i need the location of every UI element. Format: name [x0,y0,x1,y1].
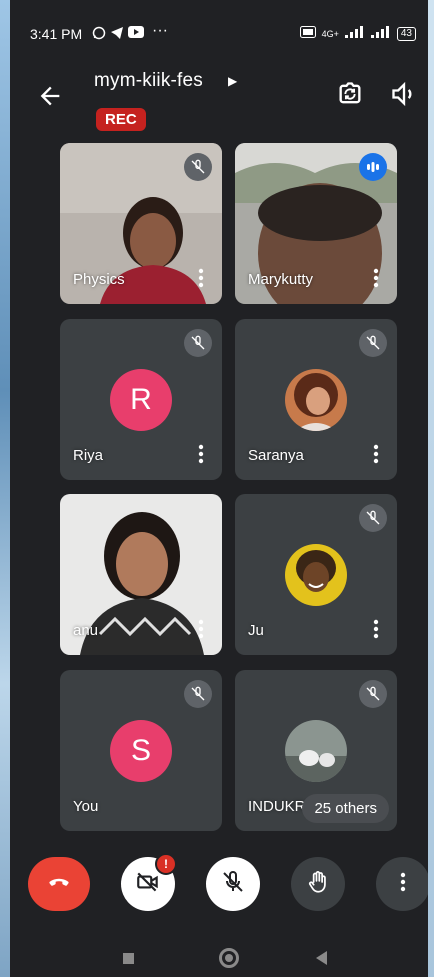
meet-app: 3:41 PM ··· 4G+ 43 mym-kiik-fes ▶ REC Ph… [10,0,428,977]
signal-icon [344,26,365,41]
battery-indicator: 43 [396,26,416,41]
more-vert-icon[interactable] [373,619,379,639]
participant-tile-saranya[interactable]: Saranya [235,319,397,480]
mic-off-badge [359,680,387,708]
avatar-photo [285,719,347,782]
avatar-photo [285,543,347,606]
mic-off-badge [359,329,387,357]
mic-off-badge [359,504,387,532]
camera-toggle-button[interactable]: ! [121,853,177,911]
participant-name: Ju [248,622,264,639]
participant-tile-ju[interactable]: Ju [235,494,397,655]
recents-icon[interactable] [123,953,134,964]
call-controls: ! [10,852,428,916]
volte-icon [299,26,316,41]
status-right: 4G+ 43 [299,26,416,41]
more-notifications-icon: ··· [152,22,168,39]
status-time: 3:41 PM [30,26,83,42]
mic-off-badge [184,680,212,708]
participant-name: Physics [73,271,125,288]
meeting-header: mym-kiik-fes ▶ REC [10,60,428,140]
end-call-button[interactable] [28,857,90,911]
participant-name: anu [73,622,99,639]
back-triangle-icon[interactable] [316,951,327,965]
more-vert-icon[interactable] [198,619,204,639]
participant-tile-marykutty[interactable]: Marykutty [235,143,397,304]
participant-grid: Physics Marykutty R Riya Saranya anu Ju … [60,143,400,833]
telegram-icon [110,26,124,43]
participant-tile-you[interactable]: S You [60,670,222,831]
youtube-icon [128,26,144,41]
participant-name: Marykutty [248,271,314,288]
network-type: 4G+ [321,28,339,39]
more-vert-icon[interactable] [373,268,379,288]
home-icon[interactable] [219,948,239,968]
more-options-button[interactable] [376,857,428,911]
camera-flip-icon[interactable] [336,80,364,108]
signal-icon-2 [370,26,391,41]
more-vert-icon [400,872,406,897]
speaking-indicator-icon [359,153,387,181]
mic-off-icon [221,870,245,899]
phone-hangup-icon [46,869,72,900]
mic-off-badge [184,329,212,357]
participant-tile-riya[interactable]: R Riya [60,319,222,480]
avatar-initial: S [110,719,172,782]
caret-right-icon[interactable]: ▶ [228,74,237,88]
camera-alert-badge: ! [155,853,177,875]
status-bar: 3:41 PM ··· 4G+ 43 [10,18,428,52]
more-vert-icon[interactable] [373,444,379,464]
video-off-icon [135,869,161,900]
speaker-icon[interactable] [390,80,418,108]
avatar-initial: R [110,368,172,431]
participant-name: You [73,798,99,815]
participant-name: INDUKRI [248,798,310,815]
recording-badge: REC [96,108,146,131]
background-wallpaper-left [0,0,10,977]
avatar-photo [285,368,347,431]
raise-hand-button[interactable] [291,857,345,911]
more-vert-icon[interactable] [198,268,204,288]
participant-tile-physics[interactable]: Physics [60,143,222,304]
participant-name: Saranya [248,447,304,464]
hand-icon [305,869,331,900]
participant-tile-others[interactable]: INDUKRI 25 others [235,670,397,831]
background-wallpaper-right [428,0,434,977]
meeting-code[interactable]: mym-kiik-fes [94,70,203,92]
system-nav-bar [10,940,428,977]
others-count-pill[interactable]: 25 others [302,794,389,823]
mic-toggle-button[interactable] [206,857,260,911]
participant-tile-anu[interactable]: anu [60,494,222,655]
participant-name: Riya [73,447,104,464]
back-arrow-icon[interactable] [36,82,64,110]
whatsapp-icon [92,26,106,43]
mic-off-badge [184,153,212,181]
more-vert-icon[interactable] [198,444,204,464]
